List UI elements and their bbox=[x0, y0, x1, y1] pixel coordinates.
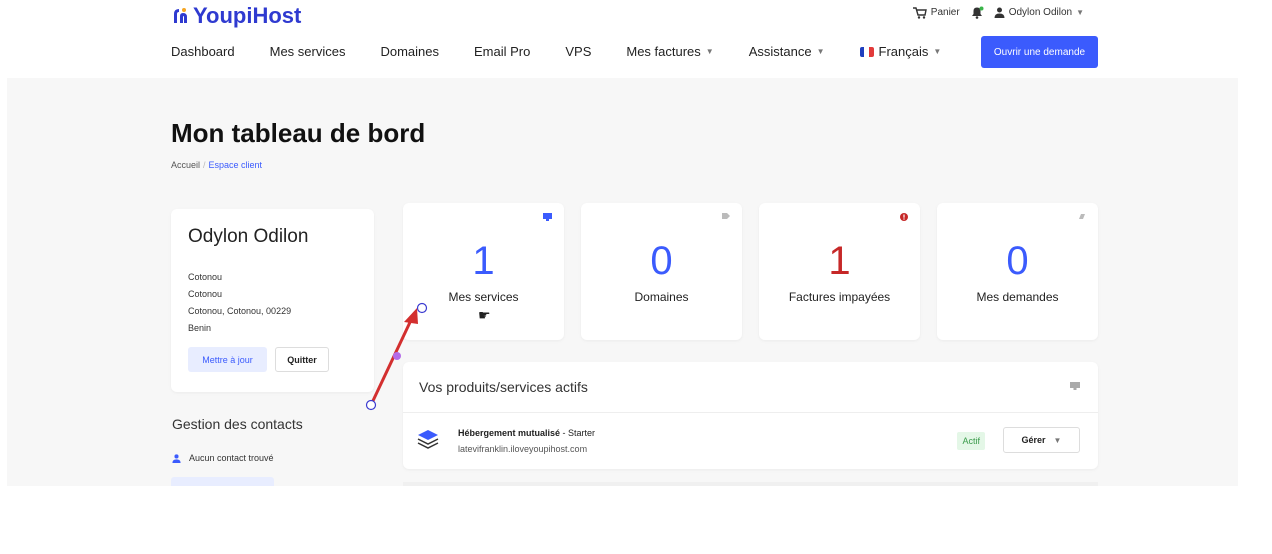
chevron-down-icon: ▼ bbox=[933, 47, 942, 56]
update-profile-button[interactable]: Mettre à jour bbox=[188, 347, 267, 372]
nav-item-domaines[interactable]: Domaines bbox=[380, 44, 439, 59]
user-icon bbox=[172, 453, 181, 463]
nav-item-language[interactable]: Français ▼ bbox=[859, 44, 942, 59]
stat-value: 1 bbox=[828, 239, 851, 283]
user-toolbar: Panier Odylon Odilon ▼ bbox=[912, 6, 1084, 19]
hand-cursor-icon: ☛ bbox=[478, 307, 491, 323]
nav-item-assistance[interactable]: Assistance ▼ bbox=[749, 44, 825, 59]
contacts-empty-label: Aucun contact trouvé bbox=[189, 453, 274, 463]
main-nav: Dashboard Mes services Domaines Email Pr… bbox=[171, 44, 976, 59]
stat-label: Mes services bbox=[448, 290, 519, 304]
user-icon bbox=[994, 7, 1005, 18]
monitor-icon bbox=[543, 213, 552, 221]
status-badge: Actif bbox=[957, 432, 985, 450]
notifications-button[interactable] bbox=[970, 6, 984, 19]
open-ticket-button[interactable]: Ouvrir une demande bbox=[981, 36, 1098, 68]
cart-link[interactable]: Panier bbox=[912, 6, 960, 19]
service-name: Hébergement mutualisé bbox=[458, 428, 561, 438]
stat-card-invoices[interactable]: 1 Factures impayées bbox=[759, 203, 920, 340]
stat-label: Mes demandes bbox=[976, 290, 1059, 304]
page: YoupiHost Panier Odylon Odilon ▼ Dashboa… bbox=[0, 0, 1272, 554]
stat-value: 1 bbox=[472, 239, 495, 283]
nav-label: Mes services bbox=[269, 44, 346, 59]
nav-item-mes-factures[interactable]: Mes factures ▼ bbox=[626, 44, 713, 59]
stat-label: Domaines bbox=[634, 290, 689, 304]
cart-icon bbox=[912, 6, 927, 19]
stat-label: Factures impayées bbox=[788, 290, 891, 304]
user-menu[interactable]: Odylon Odilon ▼ bbox=[994, 7, 1084, 18]
stat-value: 0 bbox=[650, 239, 673, 283]
service-plan: - Starter bbox=[560, 428, 596, 438]
nav-label: Domaines bbox=[380, 44, 439, 59]
bell-icon bbox=[971, 6, 984, 19]
page-title: Mon tableau de bord bbox=[171, 118, 426, 148]
profile-actions: Mettre à jour Quitter bbox=[188, 347, 357, 372]
logo-icon bbox=[174, 8, 187, 23]
services-panel-title: Vos produits/services actifs bbox=[419, 379, 588, 395]
monitor-icon bbox=[1070, 382, 1080, 390]
manage-label: Gérer bbox=[1021, 435, 1046, 445]
stat-value: 0 bbox=[1006, 239, 1029, 283]
service-title: Hébergement mutualisé - Starter bbox=[458, 428, 595, 438]
tag-icon bbox=[722, 213, 730, 219]
logout-button[interactable]: Quitter bbox=[275, 347, 329, 372]
profile-name: Odylon Odilon bbox=[188, 226, 309, 247]
france-flag-icon bbox=[859, 46, 874, 57]
layers-icon bbox=[417, 430, 439, 449]
cart-label: Panier bbox=[930, 7, 960, 18]
nav-item-dashboard[interactable]: Dashboard bbox=[171, 44, 235, 59]
nav-label: Email Pro bbox=[474, 44, 531, 59]
contacts-title: Gestion des contacts bbox=[172, 416, 303, 432]
stat-card-domains[interactable]: 0 Domaines bbox=[581, 203, 742, 340]
profile-address: Cotonou Cotonou Cotonou, Cotonou, 00229 … bbox=[188, 269, 357, 337]
nav-label: Assistance bbox=[748, 44, 812, 59]
stat-card-tickets[interactable]: 0 Mes demandes bbox=[937, 203, 1098, 340]
address-line: Cotonou, Cotonou, 00229 bbox=[188, 306, 292, 316]
user-name: Odylon Odilon bbox=[1008, 7, 1073, 18]
contacts-empty-state: Aucun contact trouvé bbox=[172, 453, 274, 463]
nav-label: Français bbox=[878, 44, 929, 59]
profile-card: Odylon Odilon Cotonou Cotonou Cotonou, C… bbox=[171, 209, 374, 392]
header: YoupiHost Panier Odylon Odilon ▼ Dashboa… bbox=[0, 0, 1238, 78]
address-line: Benin bbox=[188, 323, 212, 333]
nav-item-mes-services[interactable]: Mes services bbox=[270, 44, 346, 59]
address-line: Cotonou bbox=[188, 289, 223, 299]
brand-name: YoupiHost bbox=[193, 3, 302, 28]
alert-icon bbox=[900, 213, 908, 221]
add-contact-button[interactable] bbox=[171, 477, 274, 486]
breadcrumb: Accueil / Espace client bbox=[171, 160, 262, 170]
manage-service-button[interactable]: Gérer ▼ bbox=[1003, 427, 1080, 453]
nav-label: Mes factures bbox=[626, 44, 701, 59]
chevron-down-icon: ▼ bbox=[1053, 435, 1062, 445]
brand-logo[interactable]: YoupiHost bbox=[171, 3, 301, 29]
nav-item-vps[interactable]: VPS bbox=[565, 44, 591, 59]
nav-label: VPS bbox=[565, 44, 592, 59]
address-line: Cotonou bbox=[188, 272, 223, 282]
chevron-down-icon: ▼ bbox=[816, 47, 825, 56]
divider bbox=[403, 412, 1098, 413]
nav-label: Dashboard bbox=[171, 44, 235, 59]
service-row[interactable]: Hébergement mutualisé - Starter latevifr… bbox=[417, 422, 1080, 462]
chevron-down-icon: ▼ bbox=[1076, 8, 1084, 17]
chevron-down-icon: ▼ bbox=[705, 47, 714, 56]
comment-icon bbox=[1079, 214, 1085, 219]
breadcrumb-current: Espace client bbox=[208, 160, 263, 170]
next-panel-edge bbox=[403, 482, 1098, 486]
nav-item-email-pro[interactable]: Email Pro bbox=[474, 44, 530, 59]
breadcrumb-separator: / bbox=[203, 160, 206, 170]
breadcrumb-home[interactable]: Accueil bbox=[171, 160, 200, 170]
service-domain: latevifranklin.iloveyoupihost.com bbox=[458, 444, 588, 454]
active-services-panel: Vos produits/services actifs Hébergement… bbox=[403, 362, 1098, 469]
